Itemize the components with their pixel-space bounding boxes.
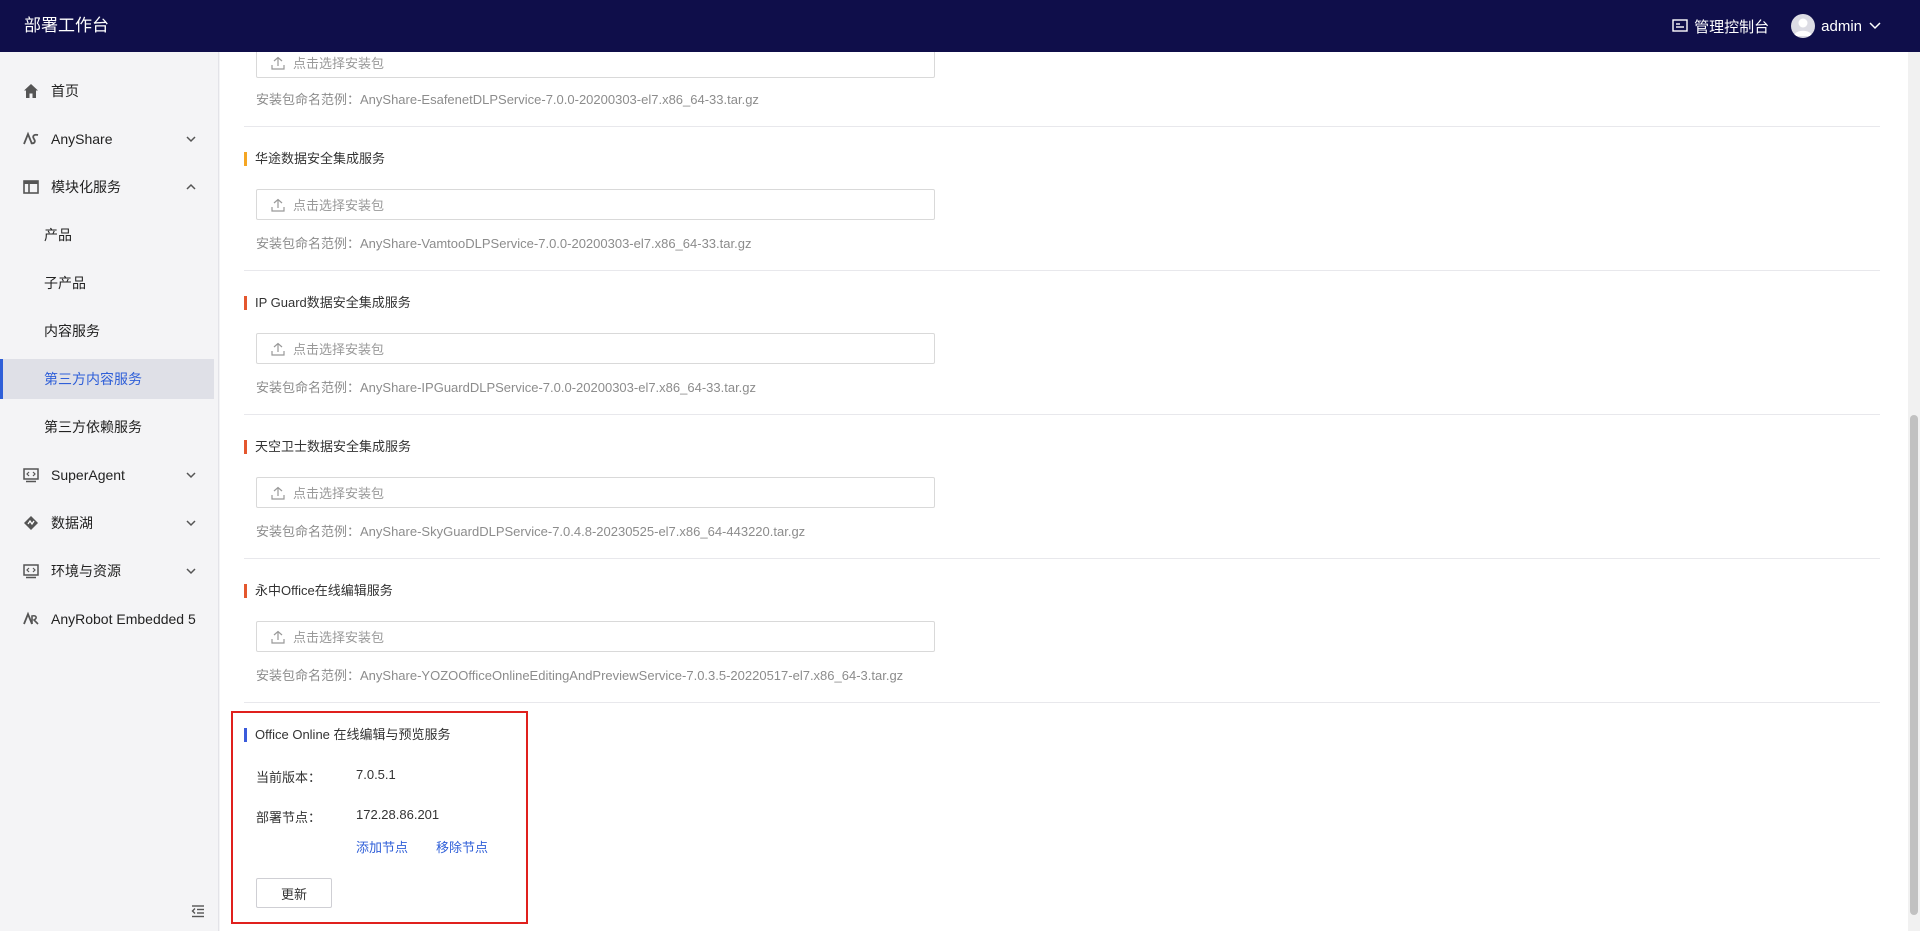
sidebar-item-home[interactable]: 首页: [0, 71, 219, 111]
chevron-up-icon: [186, 183, 196, 190]
deploy-node-value: 172.28.86.201: [356, 807, 440, 822]
section-divider: [244, 414, 1880, 415]
upload-icon: [271, 198, 285, 212]
sidebar-subitem-label: 内容服务: [44, 323, 100, 339]
sidebar-item-anyshare[interactable]: AnyShare: [0, 119, 219, 159]
upload-package-field[interactable]: 点击选择安装包: [256, 477, 935, 508]
upload-package-field[interactable]: 点击选择安装包: [256, 52, 935, 78]
main-content: 点击选择安装包 安装包命名范例：AnyShare-EsafenetDLPServ…: [220, 52, 1908, 931]
code-icon: [23, 468, 39, 483]
sidebar-item-superagent[interactable]: SuperAgent: [0, 455, 219, 495]
current-version-label: 当前版本：: [256, 770, 322, 785]
update-button[interactable]: 更新: [256, 878, 332, 908]
console-label: 管理控制台: [1694, 18, 1770, 36]
upload-icon: [271, 486, 285, 500]
upload-package-field[interactable]: 点击选择安装包: [256, 333, 935, 364]
sidebar-subitem-label: 子产品: [44, 275, 86, 291]
upload-placeholder: 点击选择安装包: [293, 486, 385, 501]
package-naming-hint: 安装包命名范例：AnyShare-SkyGuardDLPService-7.0.…: [256, 524, 806, 539]
user-name: admin: [1821, 17, 1862, 35]
sidebar-item-modular-services[interactable]: 模块化服务: [0, 167, 219, 207]
sidebar-item-label: 首页: [51, 83, 79, 99]
chevron-down-icon: [186, 568, 196, 575]
section-divider: [244, 270, 1880, 271]
chevron-down-icon: [186, 472, 196, 479]
anyrobot-icon: [23, 611, 39, 625]
console-button[interactable]: 管理控制台: [1672, 16, 1769, 37]
upload-icon: [271, 342, 285, 356]
section-title: 天空卫士数据安全集成服务: [244, 439, 411, 455]
datalake-icon: [24, 516, 38, 530]
upload-placeholder: 点击选择安装包: [293, 630, 385, 645]
deploy-node-label: 部署节点：: [256, 810, 322, 825]
sidebar-subitem-third-party-dependency[interactable]: 第三方依赖服务: [0, 407, 214, 447]
current-version-value: 7.0.5.1: [356, 767, 396, 782]
upload-package-field[interactable]: 点击选择安装包: [256, 189, 935, 220]
anyshare-icon: [23, 131, 39, 145]
sidebar-subitem-third-party-content[interactable]: 第三方内容服务: [0, 359, 214, 399]
module-icon: [23, 180, 39, 194]
add-node-link[interactable]: 添加节点: [356, 837, 408, 856]
top-header: 部署工作台 管理控制台 admin: [0, 0, 1920, 52]
package-naming-hint: 安装包命名范例：AnyShare-YOZOOfficeOnlineEditing…: [256, 668, 904, 683]
collapse-sidebar-icon[interactable]: [190, 903, 206, 919]
sidebar-subitem-label: 第三方内容服务: [44, 371, 142, 387]
upload-placeholder: 点击选择安装包: [293, 198, 385, 213]
sidebar-subitem-label: 产品: [44, 227, 72, 243]
sidebar-item-label: 环境与资源: [51, 563, 121, 579]
home-icon: [24, 84, 38, 98]
user-menu[interactable]: admin: [1791, 14, 1888, 38]
upload-placeholder: 点击选择安装包: [293, 56, 385, 71]
sidebar-subitem-content-services[interactable]: 内容服务: [0, 311, 214, 351]
sidebar-item-label: 模块化服务: [51, 179, 121, 195]
sidebar-item-label: SuperAgent: [51, 467, 125, 483]
sidebar-item-label: 数据湖: [51, 515, 93, 531]
section-title: IP Guard数据安全集成服务: [244, 295, 411, 311]
sidebar-item-label: AnyRobot Embedded 5: [51, 611, 196, 627]
header-actions: 管理控制台 admin: [1650, 0, 1888, 52]
chevron-down-icon: [186, 520, 196, 527]
section-divider: [244, 702, 1880, 703]
section-divider: [244, 126, 1880, 127]
package-naming-hint: 安装包命名范例：AnyShare-IPGuardDLPService-7.0.0…: [256, 380, 757, 395]
office-online-title: Office Online 在线编辑与预览服务: [244, 727, 451, 743]
sidebar-subitem-label: 第三方依赖服务: [44, 419, 142, 435]
sidebar-item-environment-resources[interactable]: 环境与资源: [0, 551, 219, 591]
code-icon: [23, 564, 39, 579]
sidebar-subitem-subproduct[interactable]: 子产品: [0, 263, 214, 303]
section-divider: [244, 558, 1880, 559]
package-naming-hint: 安装包命名范例：AnyShare-EsafenetDLPService-7.0.…: [256, 92, 759, 107]
chevron-down-icon: [186, 136, 196, 143]
sidebar-item-datalake[interactable]: 数据湖: [0, 503, 219, 543]
sidebar: 首页 AnyShare 模块化服务 产品 子产品 内容服务 第三方内容服务 第三…: [0, 52, 219, 931]
chevron-down-icon: [1869, 22, 1881, 30]
sidebar-item-label: AnyShare: [51, 131, 113, 147]
console-icon: [1672, 19, 1688, 32]
remove-node-link[interactable]: 移除节点: [436, 837, 488, 856]
app-title: 部署工作台: [24, 16, 109, 35]
sidebar-item-anyrobot[interactable]: AnyRobot Embedded 5: [0, 599, 219, 639]
package-naming-hint: 安装包命名范例：AnyShare-VamtooDLPService-7.0.0-…: [256, 236, 752, 251]
upload-icon: [271, 630, 285, 644]
scrollbar-thumb[interactable]: [1910, 415, 1918, 915]
section-title: 永中Office在线编辑服务: [244, 583, 393, 599]
sidebar-subitem-product[interactable]: 产品: [0, 215, 214, 255]
section-title: 华途数据安全集成服务: [244, 151, 385, 167]
upload-icon: [271, 56, 285, 70]
upload-package-field[interactable]: 点击选择安装包: [256, 621, 935, 652]
user-icon: [1794, 18, 1813, 36]
avatar: [1791, 14, 1816, 38]
upload-placeholder: 点击选择安装包: [293, 342, 385, 357]
